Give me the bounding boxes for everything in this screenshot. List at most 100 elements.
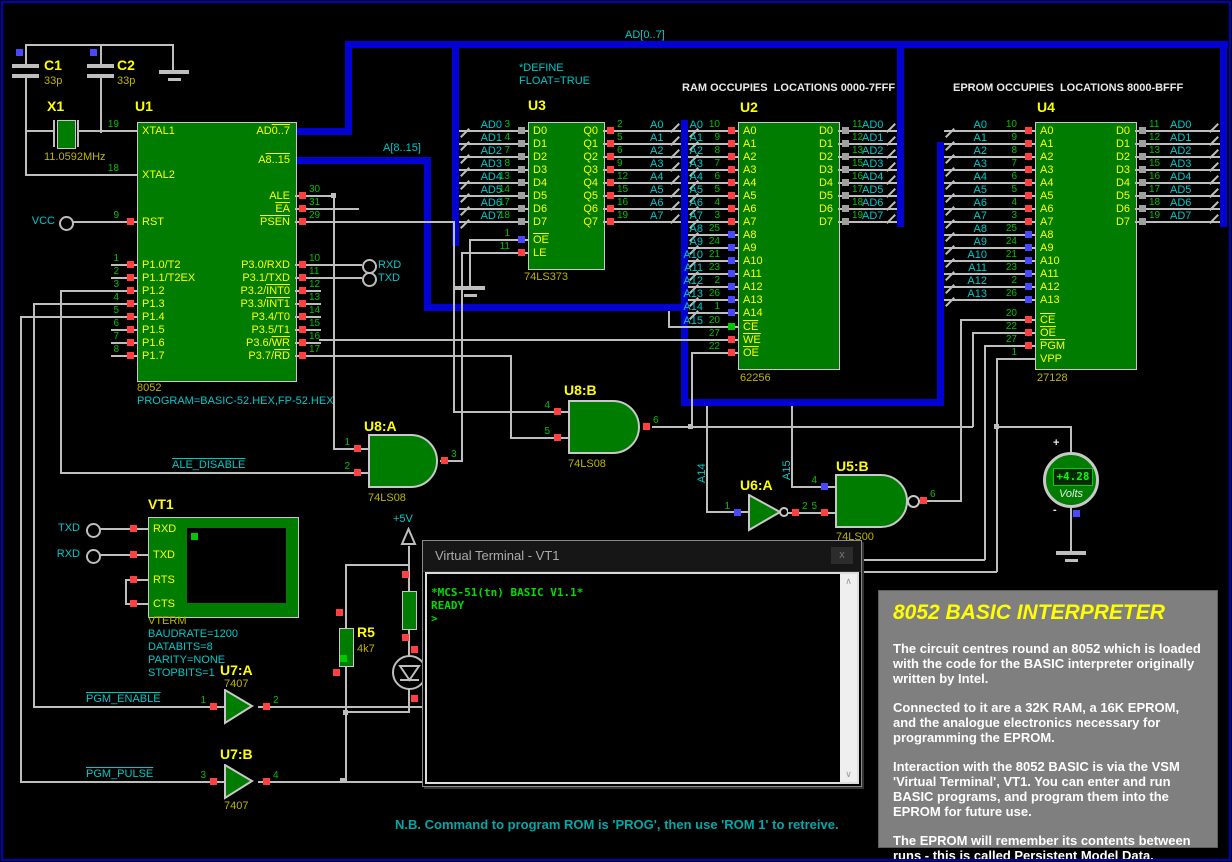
voltmeter[interactable]: +4.28 Volts	[1043, 452, 1099, 508]
pin-number: 1	[326, 437, 350, 448]
gate-U7:B[interactable]	[224, 764, 260, 800]
pin-state-indicator	[130, 576, 137, 583]
wire-segment	[1070, 426, 1072, 454]
net-label: A3	[669, 158, 703, 170]
wire-segment	[125, 579, 127, 605]
scrollbar[interactable]: ∧ ∨	[840, 574, 857, 782]
pin-number: 3	[451, 449, 457, 460]
pin-name: A5	[743, 190, 756, 202]
vt1-property: BAUDRATE=1200	[148, 628, 238, 640]
pin-name: A3	[743, 164, 756, 176]
pin-state-indicator	[299, 192, 306, 199]
pin-state-indicator	[441, 457, 448, 464]
pin-name: VPP	[1040, 353, 1062, 365]
pin-name: A7	[743, 216, 756, 228]
pin-name: P1.4	[142, 311, 165, 323]
crystal-X1[interactable]	[57, 120, 76, 149]
pin-name: A5	[1040, 190, 1053, 202]
window-titlebar[interactable]: Virtual Terminal - VT1 x	[423, 541, 861, 572]
terminal-vcc[interactable]	[59, 216, 74, 231]
pin-state-indicator	[1139, 153, 1146, 160]
close-button[interactable]: x	[831, 547, 853, 564]
pin-name: A8	[743, 229, 756, 241]
bus-segment	[681, 399, 944, 406]
wire-segment	[345, 564, 409, 566]
net-label: AD5	[862, 184, 883, 196]
resistor[interactable]	[402, 591, 417, 630]
wire-segment	[87, 74, 114, 78]
pin-name: OE	[743, 347, 759, 359]
pin-state-indicator	[728, 323, 735, 330]
wire-segment	[408, 688, 410, 713]
gate-U6:A[interactable]	[748, 494, 788, 532]
net-label: A14	[669, 301, 703, 313]
pin-state-indicator	[340, 655, 347, 662]
pin-number: 15	[309, 318, 333, 329]
pin-state-indicator	[1139, 127, 1146, 134]
resistor-ref: R5	[357, 625, 375, 640]
pin-number: 2	[802, 501, 808, 512]
vt1-property: STOPBITS=1	[148, 667, 215, 679]
pin-state-indicator	[263, 778, 270, 785]
pin-name: P3.1/TXD	[215, 272, 290, 284]
net-label: A7	[650, 210, 663, 222]
pin-name: Q4	[523, 177, 598, 189]
wire-segment	[972, 332, 974, 427]
pin-name: WE	[743, 334, 761, 346]
pin-name: P1.7	[142, 350, 165, 362]
pin-state-indicator	[299, 205, 306, 212]
pin-number: 7	[95, 331, 119, 342]
pin-name: P3.2/INT0	[215, 285, 290, 297]
pin-name: CE	[743, 321, 758, 333]
pin-number: 16	[309, 331, 333, 342]
ram-note: RAM OCCUPIES LOCATIONS 0000-7FFF	[682, 82, 895, 94]
pin-name: D5	[758, 190, 833, 202]
wire-segment	[25, 44, 27, 64]
pin-state-indicator	[333, 669, 340, 676]
eprom-note: EPROM OCCUPIES LOCATIONS 8000-BFFF	[953, 82, 1183, 94]
vt1-property: DATABITS=8	[148, 641, 213, 653]
scroll-down-icon[interactable]: ∨	[840, 769, 857, 780]
pin-number: 20	[993, 308, 1017, 319]
pin-state-indicator	[299, 352, 306, 359]
pin-state-indicator	[842, 127, 849, 134]
scroll-up-icon[interactable]: ∧	[840, 576, 857, 587]
pin-state-indicator	[1073, 510, 1080, 517]
pin-state-indicator	[728, 309, 735, 316]
pin-name: P1.5	[142, 324, 165, 336]
pin-state-indicator	[728, 166, 735, 173]
pin-number: 23	[993, 262, 1017, 273]
net-label: AD7	[468, 210, 502, 222]
net-label: A1	[650, 132, 663, 144]
pin-number: 26	[993, 288, 1017, 299]
gate-U7:A[interactable]	[224, 689, 260, 725]
bus-segment	[424, 304, 688, 311]
pin-number: 19	[95, 119, 119, 130]
wire-segment	[408, 628, 410, 656]
pin-name: D1	[1055, 138, 1130, 150]
chip-ref: U1	[135, 99, 153, 114]
pin-number: 5	[617, 132, 641, 143]
pin-name: A4	[743, 177, 756, 189]
gate-U5:B[interactable]	[835, 474, 908, 528]
pin-number: 18	[95, 163, 119, 174]
pin-state-indicator	[1025, 179, 1032, 186]
info-box-paragraph: Interaction with the 8052 BASIC is via t…	[893, 759, 1203, 819]
gate-U8:A[interactable]	[368, 434, 438, 488]
info-box-title: 8052 BASIC INTERPRETER	[893, 601, 1203, 625]
terminal-screen[interactable]: *MCS-51(tn) BASIC V1.1* READY > ∧ ∨	[425, 572, 859, 784]
pin-state-indicator	[1139, 179, 1146, 186]
pin-name: A11	[1040, 268, 1059, 280]
pin-state-indicator	[402, 571, 409, 578]
wire-segment	[652, 426, 973, 428]
net-label: AD5	[468, 184, 502, 196]
gate-U8:B[interactable]	[568, 400, 640, 454]
net-label: AD7	[862, 210, 883, 222]
terminal-vt-txd[interactable]	[86, 523, 101, 538]
terminal-vt-rxd[interactable]	[86, 549, 101, 564]
terminal-txd[interactable]	[362, 272, 377, 287]
virtual-terminal-window[interactable]: Virtual Terminal - VT1 x *MCS-51(tn) BAS…	[422, 540, 862, 787]
net-label: A12	[669, 275, 703, 287]
voltmeter-reading: +4.28	[1053, 468, 1093, 486]
power-terminal-arrow[interactable]	[400, 527, 417, 547]
